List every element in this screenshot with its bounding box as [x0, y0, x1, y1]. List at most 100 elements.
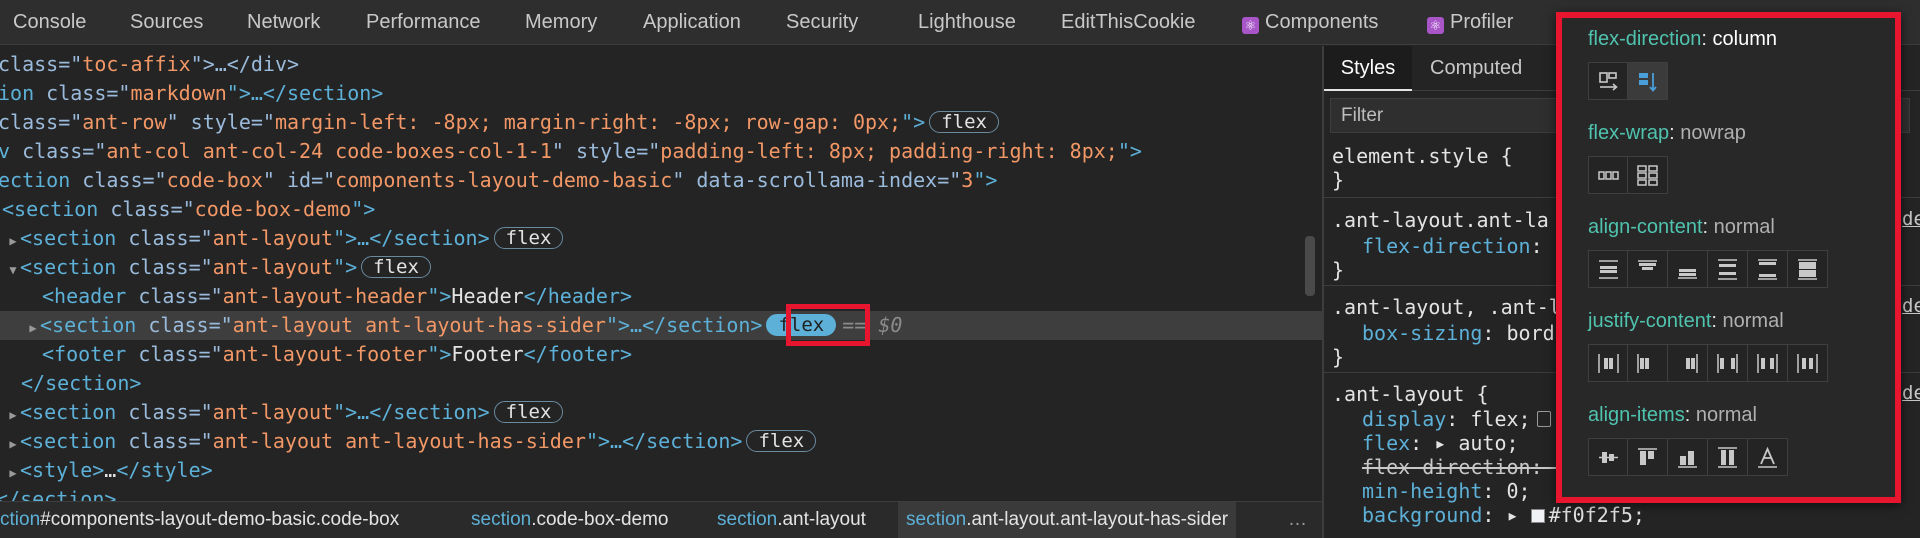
expand-triangle-icon[interactable]: ▶	[26, 314, 40, 343]
flex-badge[interactable]: flex	[493, 401, 564, 423]
style-property[interactable]: background: ▸ #f0f2f5;	[1362, 503, 1645, 527]
style-property[interactable]: min-height: 0;	[1362, 479, 1531, 503]
color-swatch[interactable]	[1530, 509, 1545, 523]
closing-tag: </section>	[369, 226, 490, 250]
property-value: : flex;	[1446, 407, 1531, 431]
breadcrumb-tag: section	[906, 509, 967, 530]
style-property[interactable]: box-sizing: bord	[1362, 321, 1555, 345]
tab-sources[interactable]: Sources	[130, 0, 203, 45]
breadcrumb-item[interactable]: section.ant-layout	[717, 502, 866, 538]
justify-content-space-between-icon[interactable]	[1708, 344, 1748, 382]
tab-editthiscookie[interactable]: EditThisCookie	[1061, 0, 1196, 45]
align-content-stretch-icon[interactable]	[1788, 250, 1828, 288]
dom-node[interactable]: v class="ant-col ant-col-24 code-boxes-c…	[0, 137, 1298, 166]
elements-scrollbar[interactable]	[1305, 236, 1315, 296]
tab-computed[interactable]: Computed	[1430, 46, 1522, 91]
rule-source-link[interactable]: de	[1902, 295, 1920, 317]
dom-node-selected[interactable]: ▶ <section class="ant-layout ant-layout-h…	[0, 311, 1322, 340]
dom-node[interactable]: </section>	[21, 369, 1321, 398]
collapse-triangle-icon[interactable]: ▼	[6, 256, 20, 285]
tab-styles[interactable]: Styles	[1324, 46, 1412, 91]
align-content-center-icon[interactable]	[1588, 250, 1628, 288]
rule-source-link[interactable]: de	[1902, 208, 1920, 230]
align-items-flex-end-icon[interactable]	[1668, 438, 1708, 476]
dom-node[interactable]: </section>	[0, 485, 1296, 501]
align-items-flex-start-icon[interactable]	[1628, 438, 1668, 476]
tab-memory[interactable]: Memory	[525, 0, 597, 45]
rule-selector[interactable]: .ant-layout.ant-la	[1332, 208, 1549, 232]
rule-selector[interactable]: .ant-layout, .ant-l	[1332, 295, 1561, 319]
tab-performance[interactable]: Performance	[366, 0, 481, 45]
dom-node[interactable]: ▶ <section class="ant-layout ant-layout-h…	[6, 427, 1306, 456]
align-content-space-between-icon[interactable]	[1748, 250, 1788, 288]
rule-close: }	[1332, 258, 1345, 282]
align-items-center-icon[interactable]	[1588, 438, 1628, 476]
flex-badge[interactable]: flex	[493, 227, 564, 249]
align-items-baseline-icon[interactable]	[1748, 438, 1788, 476]
expand-triangle-icon[interactable]: ▶	[6, 227, 20, 256]
dom-node[interactable]: ▶ <section class="ant-layout">…</section>…	[6, 398, 1306, 427]
react-icon: ⚛	[1427, 17, 1444, 34]
justify-content-flex-start-icon[interactable]	[1628, 344, 1668, 382]
breadcrumb-more-button[interactable]: …	[1288, 502, 1307, 538]
dom-node[interactable]: ion class="markdown">…</section>	[0, 79, 1298, 108]
dom-node[interactable]: ection class="code-box" id="components-l…	[0, 166, 1298, 195]
justify-content-space-around-icon[interactable]	[1748, 344, 1788, 382]
tab-profiler[interactable]: ⚛ Profiler	[1427, 0, 1513, 45]
attr-name: class="	[0, 52, 83, 76]
rule-selector[interactable]: element.style {	[1332, 144, 1513, 168]
breadcrumb-item-current[interactable]: section.ant-layout.ant-layout-has-sider	[898, 502, 1237, 538]
align-content-space-around-icon[interactable]	[1708, 250, 1748, 288]
justify-content-space-evenly-icon[interactable]	[1788, 344, 1828, 382]
attr-value: markdown	[130, 81, 227, 105]
style-property[interactable]: flex: ▸ auto;	[1362, 431, 1519, 455]
tab-lighthouse[interactable]: Lighthouse	[918, 0, 1016, 45]
justify-content-center-icon[interactable]	[1588, 344, 1628, 382]
property-name: flex-direction	[1362, 455, 1531, 479]
flex-direction-column-icon[interactable]	[1628, 62, 1668, 100]
tab-network[interactable]: Network	[247, 0, 320, 45]
dom-node[interactable]: class="ant-row" style="margin-left: -8px…	[0, 108, 1298, 137]
flex-wrap-nowrap-icon[interactable]	[1588, 156, 1628, 194]
align-items-stretch-icon[interactable]	[1708, 438, 1748, 476]
flexbox-editor-icon[interactable]	[1536, 411, 1551, 427]
tab-application[interactable]: Application	[643, 0, 741, 45]
style-property[interactable]: display: flex;	[1362, 407, 1551, 431]
colon: :	[1701, 28, 1713, 50]
align-content-flex-end-icon[interactable]	[1668, 250, 1708, 288]
tag-name: <section	[20, 400, 117, 424]
rule-selector[interactable]: .ant-layout {	[1332, 382, 1489, 406]
attr-name: " data-scrollama-index="	[672, 168, 962, 192]
justify-content-flex-end-icon[interactable]	[1668, 344, 1708, 382]
dom-node[interactable]: ▼ <section class="ant-layout"> flex	[6, 253, 1306, 282]
rule-source-link[interactable]: de	[1902, 382, 1920, 404]
dom-node[interactable]: <footer class="ant-layout-footer">Footer…	[42, 340, 1322, 369]
dom-node[interactable]: <section class="code-box-demo">	[2, 195, 1302, 224]
flex-wrap-wrap-icon[interactable]	[1628, 156, 1668, 194]
flex-badge[interactable]: flex	[929, 111, 999, 133]
flex-property-value: nowrap	[1680, 122, 1746, 144]
expand-triangle-icon[interactable]: ▶	[6, 430, 20, 459]
style-property[interactable]: flex-direction:	[1362, 234, 1543, 258]
dom-node[interactable]: class="toc-affix">…</div>	[0, 50, 1298, 79]
dom-node[interactable]: <header class="ant-layout-header">Header…	[42, 282, 1322, 311]
expand-triangle-icon[interactable]: ▶	[6, 459, 20, 488]
flex-badge[interactable]: flex	[746, 430, 817, 452]
dom-node[interactable]: ▶ <section class="ant-layout">…</section>…	[6, 224, 1306, 253]
tab-console[interactable]: Console	[13, 0, 86, 45]
breadcrumb-item[interactable]: section.code-box-demo	[471, 502, 669, 538]
tab-label: Application	[643, 11, 741, 33]
flex-section-align-items: align-items: normal	[1588, 404, 1788, 476]
tab-security[interactable]: Security	[786, 0, 858, 45]
style-property-overridden[interactable]: flex-direction: c	[1362, 455, 1567, 479]
flex-direction-row-icon[interactable]	[1588, 62, 1628, 100]
expand-triangle-icon[interactable]: ▶	[6, 401, 20, 430]
flex-badge[interactable]: flex	[361, 256, 431, 278]
flex-property-label: flex-direction: column	[1588, 28, 1777, 51]
tab-components[interactable]: ⚛ Components	[1242, 0, 1378, 45]
flex-option-buttons	[1588, 62, 1668, 100]
dom-node[interactable]: ▶ <style>…</style>	[6, 456, 1306, 485]
breadcrumb-item[interactable]: ction#components-layout-demo-basic.code-…	[0, 502, 399, 538]
align-content-flex-start-icon[interactable]	[1628, 250, 1668, 288]
tag-name: <header	[42, 284, 127, 308]
